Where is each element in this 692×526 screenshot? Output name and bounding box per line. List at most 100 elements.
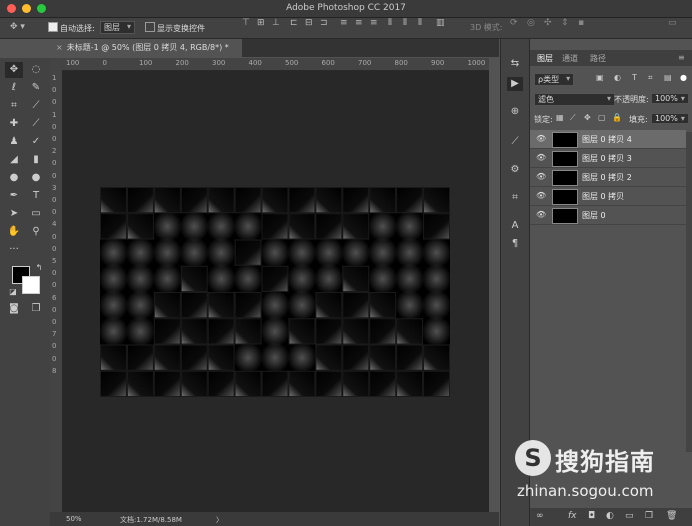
visibility-eye-icon[interactable]: 👁: [536, 172, 546, 181]
fill-label: 填充:: [629, 115, 648, 124]
visibility-eye-icon[interactable]: 👁: [536, 153, 546, 162]
screen-mode-icon[interactable]: ❐: [27, 301, 45, 317]
transform-controls-checkbox[interactable]: 显示变换控件: [145, 22, 205, 34]
visibility-eye-icon[interactable]: 👁: [536, 134, 546, 143]
pattern-tile: [261, 187, 289, 214]
filter-shape-icon[interactable]: ⌗: [648, 73, 653, 83]
libraries-panel-icon[interactable]: ⊕: [507, 105, 523, 119]
zoom-level[interactable]: 50%: [66, 515, 82, 523]
layers-scrollbar[interactable]: [686, 132, 692, 452]
character-panel-icon[interactable]: A: [507, 219, 523, 233]
slide-3d-icon[interactable]: ⇕: [561, 18, 569, 28]
document-canvas[interactable]: [100, 187, 450, 397]
move-tool-preset-icon[interactable]: ✥ ▾: [10, 22, 25, 32]
drag-3d-icon[interactable]: ✣: [544, 18, 552, 28]
filter-adjustment-icon[interactable]: ◐: [614, 73, 621, 82]
pattern-tile: [288, 213, 316, 240]
blend-mode-dropdown[interactable]: 滤色: [534, 93, 615, 106]
clone-stamp-tool-icon[interactable]: ♟: [5, 134, 23, 150]
distribute-top-icon[interactable]: ≡: [340, 18, 348, 28]
layer-filter-dropdown[interactable]: ρ类型: [534, 73, 575, 86]
filter-pixel-icon[interactable]: ▣: [596, 73, 604, 82]
auto-select-checkbox[interactable]: 自动选择:: [48, 22, 95, 34]
distribute-hcenter-icon[interactable]: ⦀: [403, 18, 407, 28]
default-colors-icon[interactable]: ◪: [4, 284, 22, 300]
healing-brush-tool-icon[interactable]: ✚: [5, 116, 23, 132]
eyedropper-tool-icon[interactable]: ⟋: [27, 98, 45, 114]
lock-pixels-icon[interactable]: ⟋: [570, 113, 576, 123]
roll-3d-icon[interactable]: ◎: [527, 18, 535, 28]
pattern-tile: [315, 187, 343, 214]
properties-panel-icon[interactable]: ⚙: [507, 163, 523, 177]
document-tab[interactable]: × 未标题-1 @ 50% (图层 0 拷贝 4, RGB/8*) *: [50, 39, 242, 57]
lasso-tool-icon[interactable]: ℓ: [5, 80, 23, 96]
history-panel-icon[interactable]: ⇆: [507, 57, 523, 71]
lock-all-icon[interactable]: 🔒: [612, 113, 622, 122]
swap-colors-icon[interactable]: ↰: [30, 260, 48, 276]
quick-mask-icon[interactable]: ◙: [5, 301, 23, 317]
fill-input[interactable]: 100%: [651, 113, 689, 124]
scale-3d-icon[interactable]: ▪: [578, 18, 584, 28]
align-left-icon[interactable]: ⊏: [290, 18, 298, 28]
layer-row[interactable]: 👁 图层 0: [530, 206, 686, 225]
auto-align-icon[interactable]: ▥: [436, 18, 445, 28]
align-hcenter-icon[interactable]: ⊟: [305, 18, 313, 28]
type-tool-icon[interactable]: T: [27, 188, 45, 204]
paragraph-panel-icon[interactable]: ¶: [507, 237, 523, 251]
distribute-right-icon[interactable]: ⦀: [418, 18, 422, 28]
align-vcenter-icon[interactable]: ⊞: [257, 18, 265, 28]
crop-info-panel-icon[interactable]: ⌗: [507, 191, 523, 205]
filter-type-icon[interactable]: T: [632, 73, 637, 82]
lock-position-icon[interactable]: ✥: [584, 113, 591, 122]
visibility-eye-icon[interactable]: 👁: [536, 210, 546, 219]
filter-toggle-icon[interactable]: ●: [680, 73, 687, 82]
adjustments-panel-icon[interactable]: ⟋: [507, 135, 523, 149]
marquee-tool-icon[interactable]: ◌: [27, 62, 45, 78]
layer-row[interactable]: 👁 图层 0 拷贝 3: [530, 149, 686, 168]
pattern-tile: [315, 292, 343, 319]
layer-row[interactable]: 👁 图层 0 拷贝: [530, 187, 686, 206]
align-bottom-icon[interactable]: ⊥: [272, 18, 280, 28]
shape-tool-icon[interactable]: ▭: [27, 206, 45, 222]
lock-transparent-icon[interactable]: ▦: [556, 113, 564, 122]
glow-mark: [314, 263, 344, 295]
orbit-3d-icon[interactable]: ⟳: [510, 18, 518, 28]
history-brush-tool-icon[interactable]: ✓: [27, 134, 45, 150]
ruler-tick-label: 0: [52, 196, 57, 204]
tab-close-icon[interactable]: ×: [56, 43, 63, 52]
move-tool-icon[interactable]: ✥: [5, 62, 23, 78]
lock-artboard-icon[interactable]: ▢: [598, 113, 606, 122]
gradient-tool-icon[interactable]: ▮: [27, 152, 45, 168]
pen-tool-icon[interactable]: ✒: [5, 188, 23, 204]
distribute-bottom-icon[interactable]: ≡: [370, 18, 378, 28]
quick-select-tool-icon[interactable]: ✎: [27, 80, 45, 96]
distribute-vcenter-icon[interactable]: ≡: [355, 18, 363, 28]
tab-channels[interactable]: 通道: [562, 53, 578, 64]
filter-smart-object-icon[interactable]: ▤: [664, 73, 672, 82]
layer-row[interactable]: 👁 图层 0 拷贝 2: [530, 168, 686, 187]
path-select-tool-icon[interactable]: ➤: [5, 206, 23, 222]
tab-paths[interactable]: 路径: [590, 53, 606, 64]
tab-layers[interactable]: 图层: [537, 53, 553, 64]
crop-tool-icon[interactable]: ⌗: [5, 98, 23, 114]
blur-tool-icon[interactable]: ●: [5, 170, 23, 186]
brush-tool-icon[interactable]: ⟋: [27, 116, 45, 132]
auto-select-dropdown[interactable]: 图层: [100, 21, 135, 34]
workspace-icon[interactable]: ▭: [668, 18, 677, 28]
dodge-tool-icon[interactable]: ●: [27, 170, 45, 186]
more-tools-icon[interactable]: ···: [5, 242, 23, 258]
zoom-tool-icon[interactable]: ⚲: [27, 224, 45, 240]
status-menu-arrow[interactable]: 〉: [216, 515, 223, 525]
tools-panel: ✥ ◌ ℓ ✎ ⌗ ⟋ ✚ ⟋ ♟ ✓ ◢ ▮ ● ● ✒ T ➤ ▭ ✋ ⚲ …: [0, 58, 51, 526]
opacity-input[interactable]: 100%: [651, 93, 689, 104]
layer-row[interactable]: 👁 图层 0 拷贝 4: [530, 130, 686, 149]
hand-tool-icon[interactable]: ✋: [5, 224, 23, 240]
panel-menu-icon[interactable]: ≡: [678, 53, 685, 62]
align-right-icon[interactable]: ⊐: [320, 18, 328, 28]
distribute-left-icon[interactable]: ⦀: [388, 18, 392, 28]
visibility-eye-icon[interactable]: 👁: [536, 191, 546, 200]
actions-panel-icon[interactable]: ▶: [507, 77, 523, 91]
eraser-tool-icon[interactable]: ◢: [5, 152, 23, 168]
align-top-icon[interactable]: ⊤: [242, 18, 250, 28]
background-color-swatch[interactable]: [22, 276, 40, 294]
